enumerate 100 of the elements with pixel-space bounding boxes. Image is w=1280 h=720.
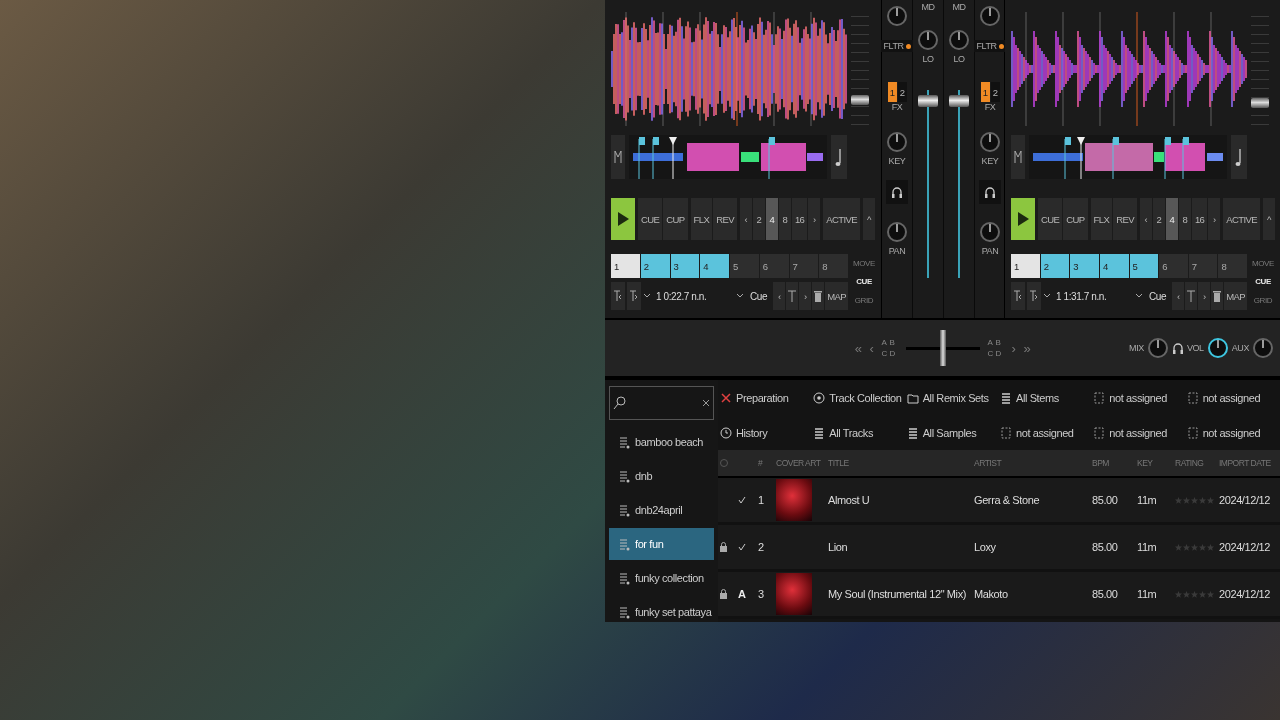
note-icon[interactable] [1231,135,1247,179]
hotcue-pad[interactable]: 4 [700,254,729,278]
collapse-button[interactable]: ^ [1263,198,1275,240]
transport-button[interactable]: FLX [690,198,713,240]
play-button[interactable] [1011,198,1035,240]
star-icon[interactable] [1191,543,1198,551]
deck-assign-label[interactable]: B [889,337,898,348]
loop-size-button[interactable]: 8 [1178,198,1191,240]
hotcue-pad[interactable]: 1 [1011,254,1040,278]
transport-button[interactable]: REV [713,198,737,240]
favorite-item[interactable]: not assigned [1093,380,1187,415]
loop-size-button[interactable]: 8 [778,198,791,240]
deck-assign-label[interactable]: A [987,337,996,348]
star-icon[interactable] [1191,496,1198,504]
hotcue-pad[interactable]: 2 [640,254,670,278]
column-header[interactable]: IMPORT DATE [1219,458,1271,468]
transport-button[interactable]: CUE [1038,198,1063,240]
map-button[interactable]: MAP [825,282,848,310]
deck-assign-label[interactable]: C [881,348,890,359]
favorite-item[interactable]: History [720,415,814,450]
nav-arrow[interactable]: « [854,340,862,356]
headphone-button[interactable] [979,180,1001,204]
cue-prev-button[interactable]: ‹ [773,282,786,310]
star-icon[interactable] [1207,496,1214,504]
deck-assign-label[interactable]: C [987,348,996,359]
favorite-item[interactable]: not assigned [1186,415,1280,450]
hotcue-pad[interactable]: 5 [1129,254,1159,278]
playlist-item[interactable]: dnb24april [609,494,714,526]
jump-back-button[interactable] [1011,282,1025,310]
cue-type-label[interactable]: Cue [746,282,772,310]
delete-button[interactable] [812,282,825,310]
track-row[interactable]: A 3 My Soul (Instrumental 12" Mix) Makoto 85.00 11m 2024/12/12 [718,572,1280,619]
favorite-item[interactable]: Track Collection [813,380,907,415]
cue-next-button[interactable]: › [799,282,812,310]
transport-button[interactable]: CUE [638,198,663,240]
column-header[interactable]: RATING [1175,458,1204,468]
playlist-item[interactable]: funky collection [609,562,714,594]
mode-option[interactable]: CUE [856,277,872,287]
delete-button[interactable] [1211,282,1224,310]
deck-assign-label[interactable]: A [881,337,890,348]
loop-active-button[interactable]: ACTIVE [823,198,860,240]
loop-size-button[interactable]: 16 [1191,198,1208,240]
loop-size-button[interactable]: 4 [1165,198,1178,240]
transport-button[interactable]: CUP [663,198,688,240]
loop-size-button[interactable]: 2 [1152,198,1165,240]
favorite-item[interactable]: not assigned [1000,415,1094,450]
headphone-button[interactable] [886,180,908,204]
star-icon[interactable] [1199,590,1206,598]
playlist-item[interactable]: for fun [609,528,714,560]
hotcue-pad[interactable]: 8 [1218,254,1247,278]
hotcue-pad[interactable]: 7 [789,254,819,278]
channel-fader[interactable] [949,90,969,278]
star-icon[interactable] [1183,496,1190,504]
star-icon[interactable] [1175,590,1182,598]
hotcue-pad[interactable]: 8 [819,254,848,278]
transport-button[interactable]: FLX [1090,198,1113,240]
hotcue-pad[interactable]: 4 [1099,254,1129,278]
track-row[interactable]: 2 Lion Loxy 85.00 11m 2024/12/12 [718,525,1280,572]
channel-fader[interactable] [918,90,938,278]
fx-unit-button[interactable]: 1 [887,82,897,102]
column-header[interactable]: COVER ART [776,458,821,468]
column-header[interactable]: ARTIST [974,458,1002,468]
star-icon[interactable] [1183,543,1190,551]
star-icon[interactable] [1207,590,1214,598]
marker-icon[interactable] [611,135,625,179]
deck-assign-label[interactable]: B [995,337,1004,348]
playlist-item[interactable]: funky set pattaya [609,596,714,622]
crossfader[interactable] [905,330,980,366]
mode-option[interactable]: GRID [854,296,874,306]
fx-unit-button[interactable]: 2 [990,82,1000,102]
star-icon[interactable] [1191,590,1198,598]
favorite-item[interactable]: not assigned [1093,415,1187,450]
playlist-item[interactable]: bamboo beach [609,426,714,458]
star-icon[interactable] [1183,590,1190,598]
hotcue-pad[interactable]: 2 [1040,254,1070,278]
nav-arrow[interactable]: ‹ [869,340,874,356]
collapse-button[interactable]: ^ [863,198,875,240]
mode-option[interactable]: MOVE [1252,258,1274,268]
marker-icon[interactable] [1011,135,1025,179]
note-icon[interactable] [831,135,847,179]
favorite-item[interactable]: Preparation [720,380,814,415]
transport-button[interactable]: CUP [1063,198,1088,240]
search-field[interactable] [609,386,714,420]
star-icon[interactable] [1199,496,1206,504]
loop-size-button[interactable]: 2 [752,198,765,240]
playlist-item[interactable]: dnb [609,460,714,492]
nav-arrow[interactable]: › [1011,340,1016,356]
fx-unit-button[interactable]: 2 [897,82,907,102]
cue-type-label[interactable]: Cue [1145,282,1171,310]
column-header[interactable]: # [758,458,763,468]
fx-unit-button[interactable]: 1 [980,82,990,102]
cue-set-button[interactable] [786,282,799,310]
mode-option[interactable]: GRID [1253,296,1273,306]
loop-prev-button[interactable]: ‹ [739,198,752,240]
favorite-item[interactable]: not assigned [1186,380,1280,415]
loop-prev-button[interactable]: ‹ [1139,198,1152,240]
close-icon[interactable] [702,399,710,407]
favorite-item[interactable]: All Samples [906,415,1000,450]
play-button[interactable] [611,198,635,240]
deck-assign-label[interactable]: D [995,348,1004,359]
